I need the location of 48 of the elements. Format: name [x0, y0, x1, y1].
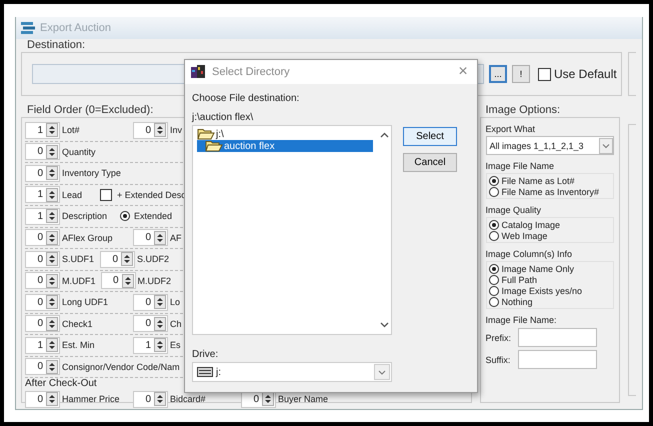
radio-label: File Name as Inventory#	[502, 186, 600, 196]
field-label: Ch	[170, 318, 182, 329]
field-label: M.UDF2	[138, 276, 171, 286]
group-label: Image File Name	[486, 161, 556, 171]
window-title: Export Auction	[40, 22, 111, 34]
field-label: Check1	[62, 318, 94, 329]
radio-label: Image Name Only	[502, 264, 574, 274]
radio-label: Extended	[134, 211, 172, 222]
radio-label: Catalog Image	[502, 220, 560, 230]
field-label: Lot#	[62, 125, 81, 136]
field-label: Prefix:	[486, 332, 512, 342]
field-label: AFlex Group	[62, 232, 114, 243]
field-label: Hammer Price	[62, 394, 121, 404]
field-label: Consignor/Vendor Code/Nam	[62, 362, 180, 372]
field-label: S.UDF2	[137, 254, 170, 264]
drive-label: Drive:	[192, 349, 220, 360]
radio-label: Full Path	[502, 274, 538, 284]
field-label: Bidcard#	[170, 394, 207, 404]
field-label: S.UDF1	[62, 254, 95, 264]
field-label: Inventory Type	[62, 168, 121, 178]
radio-label: Nothing	[502, 296, 533, 306]
field-label: Es	[170, 340, 181, 350]
section-heading: After Check-Out	[25, 378, 98, 389]
field-label: Long UDF1	[62, 297, 110, 308]
radio-label: Web Image	[502, 230, 548, 240]
field-label: Inv	[170, 125, 182, 136]
field-label: Description	[62, 211, 108, 222]
field-label: AF	[170, 232, 182, 243]
field-label: Export What	[486, 124, 536, 134]
path-text: j:\auction flex\	[192, 112, 254, 123]
group-label: Image File Name:	[486, 315, 558, 325]
prompt-text: Choose File destination:	[192, 93, 300, 104]
field-label: Quantity	[62, 146, 96, 157]
field-label: Buyer Name	[278, 394, 328, 404]
group-label: Field Order (0=Excluded):	[26, 104, 154, 117]
field-label: Suffix:	[486, 354, 512, 364]
radio-label: Image Exists yes/no	[502, 286, 582, 296]
radio-label: File Name as Lot#	[502, 176, 575, 186]
group-label: Image Quality	[486, 205, 542, 215]
group-label: Image Column(s) Info	[486, 249, 574, 259]
group-label: Destination:	[26, 39, 86, 52]
field-label: Est. Min	[62, 340, 96, 350]
checkbox-label: Use Default	[554, 67, 617, 81]
field-label: M.UDF1	[62, 276, 96, 286]
field-label: Lo	[170, 297, 180, 308]
field-label: Lead	[62, 190, 84, 200]
group-label: Image Options:	[484, 104, 560, 117]
dialog-title: Select Directory	[212, 66, 291, 78]
